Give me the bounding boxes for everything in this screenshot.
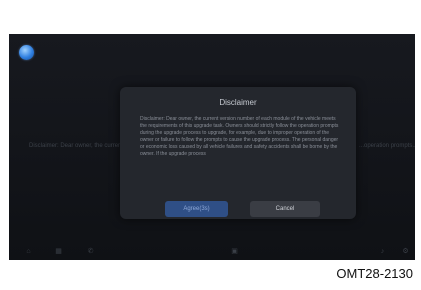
figure-frame: Disclaimer: Dear owner, the current vers… bbox=[0, 0, 421, 290]
music-icon[interactable]: ♪ bbox=[379, 248, 386, 255]
globe-icon[interactable] bbox=[19, 45, 34, 60]
figure-caption: OMT28-2130 bbox=[336, 266, 413, 281]
agree-button[interactable]: Agree(3s) bbox=[165, 201, 228, 217]
head-unit-screen: Disclaimer: Dear owner, the current vers… bbox=[9, 34, 415, 260]
background-text-right: ...operation prompts... during the upgra… bbox=[359, 143, 415, 149]
settings-icon[interactable]: ⚙ bbox=[402, 248, 409, 255]
dialog-title: Disclaimer bbox=[219, 98, 257, 107]
home-icon[interactable]: ⌂ bbox=[25, 248, 32, 255]
cancel-button[interactable]: Cancel bbox=[250, 201, 320, 217]
dialog-body-text: Disclaimer: Dear owner, the current vers… bbox=[140, 116, 339, 157]
apps-icon[interactable]: ▦ bbox=[55, 248, 62, 255]
phone-icon[interactable]: ✆ bbox=[87, 248, 94, 255]
background-text-left: Disclaimer: Dear owner, the current vers… bbox=[29, 143, 129, 149]
disclaimer-dialog: Disclaimer Disclaimer: Dear owner, the c… bbox=[120, 87, 356, 219]
bottom-dock: ⌂ ▦ ✆ ▣ ♪ ⚙ bbox=[9, 242, 415, 260]
media-icon[interactable]: ▣ bbox=[231, 248, 238, 255]
